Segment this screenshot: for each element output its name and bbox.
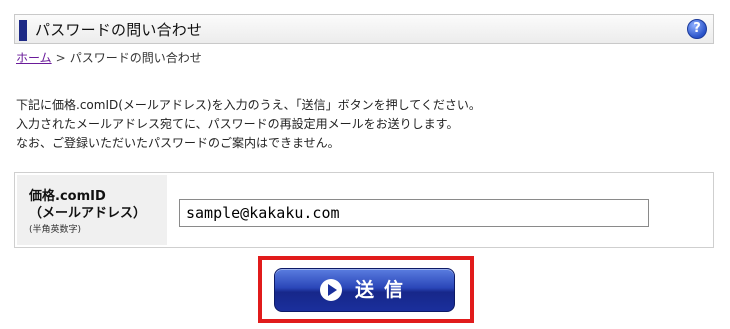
breadcrumb: ホーム > パスワードの問い合わせ [16,50,202,66]
instruction-line: なお、ご登録いただいたパスワードのご案内はできません。 [16,136,340,150]
email-form: 価格.comID （メールアドレス） (半角英数字) [14,172,714,248]
email-label-subtitle: （メールアドレス） [29,206,147,221]
play-circle-icon [320,279,342,301]
breadcrumb-separator: > [55,51,66,65]
submit-button[interactable]: 送信 [274,268,455,312]
email-label-cell: 価格.comID （メールアドレス） (半角英数字) [17,175,167,245]
instruction-line: 入力されたメールアドレス宛てに、パスワードの再設定用メールをお送りします。 [16,117,459,131]
breadcrumb-current: パスワードの問い合わせ [69,51,202,65]
email-label-title: 価格.comID [29,189,106,204]
email-input[interactable] [179,199,649,227]
instructions: 下記に価格.comID(メールアドレス)を入力のうえ、「送信」ボタンを押してくだ… [16,96,481,153]
page-title: パスワードの問い合わせ [35,21,203,39]
header-accent-bar [19,20,27,41]
help-icon[interactable]: ? [687,19,707,39]
page-header: パスワードの問い合わせ ? [14,14,714,44]
email-label-note: (半角英数字) [29,225,82,235]
breadcrumb-home-link[interactable]: ホーム [16,51,52,65]
submit-button-label: 送信 [355,279,414,301]
email-input-cell [167,175,711,245]
instruction-line: 下記に価格.comID(メールアドレス)を入力のうえ、「送信」ボタンを押してくだ… [16,98,481,112]
